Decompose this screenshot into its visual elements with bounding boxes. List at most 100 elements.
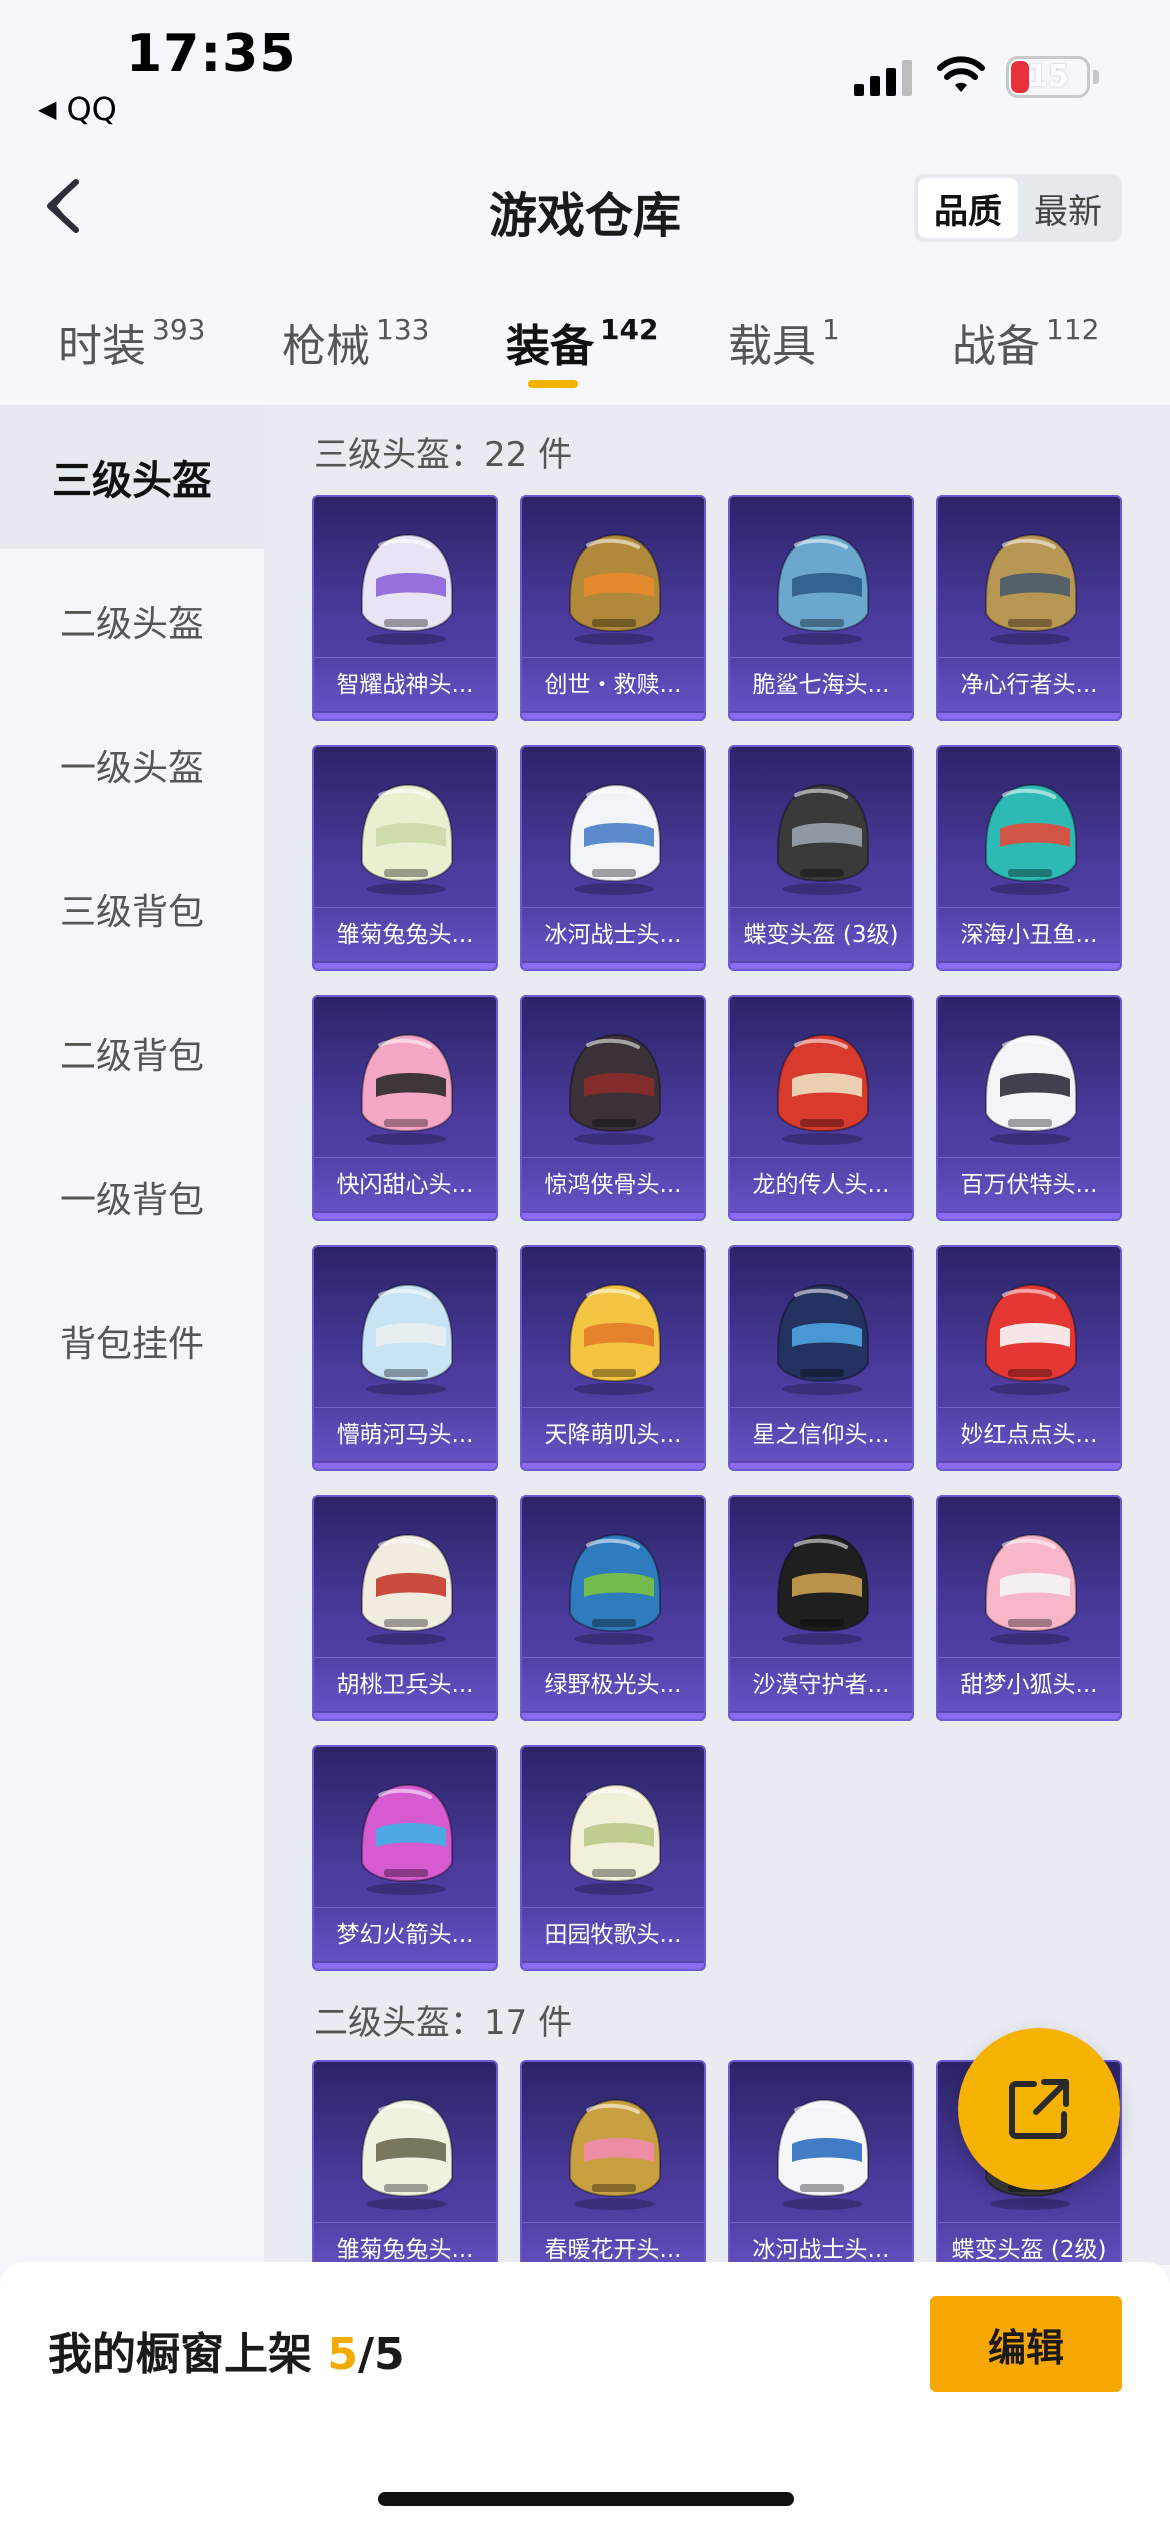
tab-label: 枪械 [282, 321, 370, 372]
item-card[interactable]: 天降萌叽头... [520, 1245, 706, 1471]
sidebar-item-level3-backpack[interactable]: 三级背包 [0, 837, 264, 981]
item-card[interactable]: 深海小丑鱼... [936, 745, 1122, 971]
item-name: 冰河战士头... [730, 2222, 912, 2265]
status-bar: 17:35 ◀ QQ 15 [0, 0, 1170, 140]
item-name: 田园牧歌头... [522, 1907, 704, 1961]
item-name: 智耀战神头... [314, 657, 496, 711]
item-name: 蝶变头盔 (2级) [938, 2222, 1120, 2265]
tab-count: 1 [822, 313, 840, 347]
sidebar-item-level2-helmet[interactable]: 二级头盔 [0, 549, 264, 693]
wifi-icon [936, 54, 986, 96]
item-card[interactable]: 快闪甜心头... [312, 995, 498, 1221]
sort-newest-button[interactable]: 最新 [1018, 178, 1118, 238]
item-name: 深海小丑鱼... [938, 907, 1120, 961]
back-app-label: QQ [66, 90, 117, 128]
sidebar: 三级头盔 二级头盔 一级头盔 三级背包 二级背包 一级背包 背包挂件 [0, 405, 264, 2265]
helmet-icon [985, 1283, 1077, 1395]
item-card[interactable]: 田园牧歌头... [520, 1745, 706, 1971]
battery-level: 15 [1027, 59, 1069, 94]
item-name: 懵萌河马头... [314, 1407, 496, 1461]
item-card[interactable]: 创世・救赎... [520, 495, 706, 721]
helmet-icon [985, 1533, 1077, 1645]
item-card[interactable]: 梦幻火箭头... [312, 1745, 498, 1971]
tab-guns[interactable]: 枪械 133 [282, 310, 429, 374]
back-triangle-icon: ◀ [38, 95, 57, 123]
home-indicator [378, 2492, 794, 2506]
item-card[interactable]: 懵萌河马头... [312, 1245, 498, 1471]
helmet-icon [777, 2098, 869, 2210]
helmet-icon [777, 1283, 869, 1395]
item-name: 净心行者头... [938, 657, 1120, 711]
back-to-app-link[interactable]: ◀ QQ [38, 90, 117, 128]
item-name: 春暖花开头... [522, 2222, 704, 2265]
category-tabs: 时装 393 枪械 133 装备 142 载具 1 战备 112 [0, 270, 1170, 405]
sidebar-item-level1-helmet[interactable]: 一级头盔 [0, 693, 264, 837]
item-name: 沙漠守护者... [730, 1657, 912, 1711]
item-card[interactable]: 净心行者头... [936, 495, 1122, 721]
helmet-icon [569, 1283, 661, 1395]
helmet-icon [361, 783, 453, 895]
showcase-status: 我的橱窗上架 5/5 [48, 2318, 405, 2382]
item-name: 胡桃卫兵头... [314, 1657, 496, 1711]
tab-fashion[interactable]: 时装 393 [58, 310, 205, 374]
tab-vehicles[interactable]: 载具 1 [728, 310, 840, 374]
sort-quality-button[interactable]: 品质 [918, 178, 1018, 238]
battery-icon: 15 [1006, 56, 1099, 98]
item-name: 雏菊兔兔头... [314, 907, 496, 961]
active-tab-indicator [528, 380, 578, 388]
helmet-icon [777, 1033, 869, 1145]
sidebar-item-level2-backpack[interactable]: 二级背包 [0, 981, 264, 1125]
item-card[interactable]: 雏菊兔兔头... [312, 745, 498, 971]
sidebar-item-backpack-pendant[interactable]: 背包挂件 [0, 1269, 264, 1413]
item-card[interactable]: 智耀战神头... [312, 495, 498, 721]
tab-count: 142 [600, 313, 659, 347]
item-name: 脆鲨七海头... [730, 657, 912, 711]
item-card[interactable]: 春暖花开头... [520, 2060, 706, 2265]
tab-label: 装备 [506, 321, 594, 372]
tab-combat-gear[interactable]: 战备 112 [952, 310, 1099, 374]
item-name: 天降萌叽头... [522, 1407, 704, 1461]
helmet-icon [985, 1033, 1077, 1145]
item-card[interactable]: 绿野极光头... [520, 1495, 706, 1721]
share-button[interactable] [958, 2028, 1120, 2190]
item-name: 冰河战士头... [522, 907, 704, 961]
item-card[interactable]: 龙的传人头... [728, 995, 914, 1221]
item-name: 绿野极光头... [522, 1657, 704, 1711]
helmet-icon [361, 1783, 453, 1895]
item-card[interactable]: 甜梦小狐头... [936, 1495, 1122, 1721]
section-title: 三级头盔：22 件 [314, 435, 573, 475]
sidebar-item-level1-backpack[interactable]: 一级背包 [0, 1125, 264, 1269]
item-card[interactable]: 沙漠守护者... [728, 1495, 914, 1721]
item-card[interactable]: 冰河战士头... [520, 745, 706, 971]
tab-equipment[interactable]: 装备 142 [506, 310, 658, 374]
item-name: 甜梦小狐头... [938, 1657, 1120, 1711]
item-card[interactable]: 胡桃卫兵头... [312, 1495, 498, 1721]
helmet-icon [777, 1533, 869, 1645]
item-name: 雏菊兔兔头... [314, 2222, 496, 2265]
helmet-icon [777, 533, 869, 645]
item-name: 快闪甜心头... [314, 1157, 496, 1211]
item-grid-area: 三级头盔：22 件 二级头盔：17 件 智耀战神头... 创世・救赎... 脆鲨七海… [264, 405, 1170, 2265]
item-card[interactable]: 星之信仰头... [728, 1245, 914, 1471]
share-icon [1009, 2079, 1069, 2139]
tab-label: 战备 [952, 321, 1040, 372]
helmet-icon [777, 783, 869, 895]
edit-button[interactable]: 编辑 [930, 2296, 1122, 2392]
helmet-icon [361, 1283, 453, 1395]
item-card[interactable]: 百万伏特头... [936, 995, 1122, 1221]
helmet-icon [569, 1533, 661, 1645]
item-card[interactable]: 惊鸿侠骨头... [520, 995, 706, 1221]
item-name: 惊鸿侠骨头... [522, 1157, 704, 1211]
sidebar-item-level3-helmet[interactable]: 三级头盔 [0, 405, 264, 549]
item-card[interactable]: 蝶变头盔 (3级) [728, 745, 914, 971]
item-card[interactable]: 脆鲨七海头... [728, 495, 914, 721]
item-card[interactable]: 妙红点点头... [936, 1245, 1122, 1471]
item-card[interactable]: 雏菊兔兔头... [312, 2060, 498, 2265]
helmet-icon [569, 533, 661, 645]
item-card[interactable]: 冰河战士头... [728, 2060, 914, 2265]
helmet-icon [985, 783, 1077, 895]
helmet-icon [361, 2098, 453, 2210]
helmet-icon [569, 783, 661, 895]
helmet-icon [569, 1783, 661, 1895]
helmet-icon [569, 1033, 661, 1145]
